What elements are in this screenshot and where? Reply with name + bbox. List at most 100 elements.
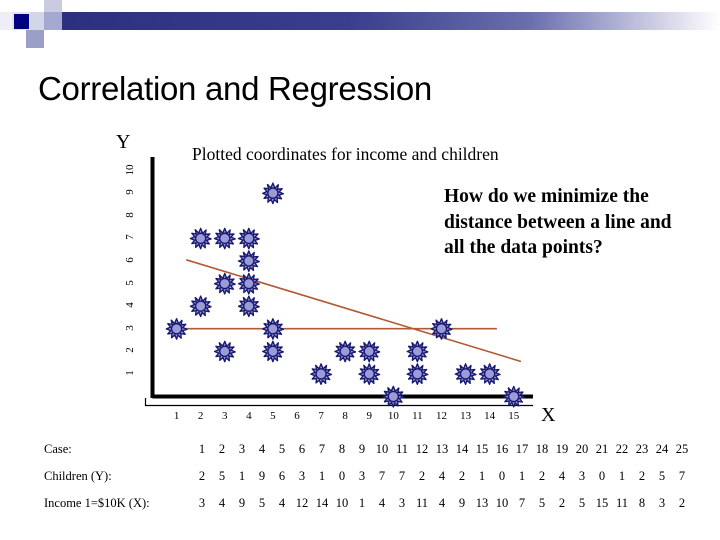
x-tick-label: 3 bbox=[221, 410, 228, 422]
children-row-cell: 3 bbox=[298, 469, 306, 483]
x-tick-label: 9 bbox=[366, 410, 372, 422]
children-row-cell: 1 bbox=[238, 469, 246, 483]
income-row-cell: 5 bbox=[538, 496, 546, 510]
y-axis-label: Y bbox=[116, 131, 131, 153]
data-point bbox=[262, 182, 285, 205]
data-point bbox=[502, 385, 525, 408]
case-row-cell: 23 bbox=[635, 442, 649, 456]
x-tick-label: 13 bbox=[460, 410, 472, 422]
x-tick-label: 12 bbox=[435, 410, 447, 422]
children-row-cell: 4 bbox=[558, 469, 566, 483]
income-row-cell: 9 bbox=[458, 496, 466, 510]
data-point bbox=[237, 272, 260, 295]
income-row-cell: 5 bbox=[258, 496, 266, 510]
case-row-cell: 24 bbox=[655, 442, 669, 456]
case-row-cell: 21 bbox=[595, 442, 609, 456]
case-row-cell: 12 bbox=[415, 442, 429, 456]
data-point bbox=[406, 340, 429, 363]
income-row-cell: 4 bbox=[438, 496, 446, 510]
children-row-cell: 5 bbox=[658, 469, 666, 483]
children-row-cell: 1 bbox=[318, 469, 326, 483]
income-row-cell: 1 bbox=[358, 496, 366, 510]
x-tick-label: 15 bbox=[508, 410, 520, 422]
children-row-cell: 1 bbox=[518, 469, 526, 483]
deco-square-4 bbox=[44, 0, 62, 12]
data-point bbox=[189, 295, 212, 318]
page-title: Correlation and Regression bbox=[38, 70, 432, 107]
children-row-cell: 3 bbox=[578, 469, 586, 483]
income-row-cell: 2 bbox=[558, 496, 566, 510]
x-tick-label: 14 bbox=[484, 410, 496, 422]
income-row-cell: 3 bbox=[398, 496, 406, 510]
children-row-label: Children (Y): bbox=[44, 469, 112, 483]
y-tick-label: 9 bbox=[124, 189, 136, 195]
data-point bbox=[358, 340, 381, 363]
case-row-cell: 22 bbox=[615, 442, 629, 456]
y-tick-label: 8 bbox=[124, 211, 136, 218]
data-table: Case: 1 2 3 4 5 6 7 8 9 10 11 12 13 14 15 16 17 18 19 20 21 22… bbox=[44, 436, 692, 517]
x-tick-label: 5 bbox=[270, 410, 276, 422]
y-tick-label: 4 bbox=[124, 302, 136, 308]
data-point bbox=[189, 227, 212, 250]
trend-lines bbox=[176, 259, 522, 363]
children-row-cell: 7 bbox=[398, 469, 406, 483]
case-row-cell: 20 bbox=[575, 442, 589, 456]
case-row-cell: 16 bbox=[495, 442, 509, 456]
income-row-cell: 10 bbox=[335, 496, 349, 510]
children-row-cell: 1 bbox=[478, 469, 486, 483]
case-row-cell: 15 bbox=[475, 442, 489, 456]
data-point bbox=[237, 250, 260, 273]
data-point bbox=[334, 340, 357, 363]
case-row-cell: 14 bbox=[455, 442, 469, 456]
income-row-cell: 12 bbox=[295, 496, 309, 510]
income-row-cell: 10 bbox=[495, 496, 509, 510]
children-row-cell: 0 bbox=[338, 469, 346, 483]
income-row-cell: 4 bbox=[378, 496, 386, 510]
income-row-cell: 11 bbox=[615, 496, 629, 510]
case-row-cell: 2 bbox=[218, 442, 226, 456]
children-row-cell: 2 bbox=[418, 469, 426, 483]
data-point bbox=[262, 318, 285, 340]
y-tick-label: 7 bbox=[124, 234, 136, 241]
x-tick-label: 4 bbox=[246, 410, 252, 422]
case-row-cell: 10 bbox=[375, 442, 389, 456]
income-row-cell: 8 bbox=[638, 496, 646, 510]
case-row-cell: 8 bbox=[338, 442, 346, 456]
data-point bbox=[237, 295, 260, 318]
case-row-cell: 9 bbox=[358, 442, 366, 456]
case-row-cell: 6 bbox=[298, 442, 306, 456]
slide-header-decoration bbox=[0, 0, 720, 48]
case-row-cell: 7 bbox=[318, 442, 326, 456]
header-gradient-bar bbox=[44, 12, 720, 30]
children-row-cell: 7 bbox=[378, 469, 386, 483]
data-point bbox=[382, 385, 405, 408]
table-row: Children (Y): 2 5 1 9 6 3 1 0 3 7 7 2 4 2 1 0 1 2 4 3 0 1 2 5 7 bbox=[44, 463, 692, 490]
case-row-cell: 13 bbox=[435, 442, 449, 456]
children-row-cell: 1 bbox=[618, 469, 626, 483]
case-row-cell: 25 bbox=[675, 442, 689, 456]
data-point bbox=[478, 363, 501, 386]
y-tick-label: 6 bbox=[124, 257, 136, 263]
data-point bbox=[262, 340, 285, 363]
x-tick-label: 8 bbox=[342, 410, 348, 422]
deco-square-9 bbox=[0, 12, 12, 30]
case-row-cell: 11 bbox=[395, 442, 409, 456]
data-point bbox=[358, 363, 381, 386]
children-row-cell: 3 bbox=[358, 469, 366, 483]
income-row-cell: 7 bbox=[518, 496, 526, 510]
data-point bbox=[165, 318, 188, 340]
income-row-cell: 15 bbox=[595, 496, 609, 510]
children-row-cell: 9 bbox=[258, 469, 266, 483]
case-row-cell: 3 bbox=[238, 442, 246, 456]
data-point bbox=[237, 227, 260, 250]
data-point bbox=[213, 340, 236, 363]
data-point bbox=[213, 272, 236, 295]
y-tick-label: 2 bbox=[124, 347, 136, 354]
children-row-cell: 2 bbox=[638, 469, 646, 483]
data-point bbox=[454, 363, 477, 386]
x-tick-label: 7 bbox=[318, 410, 324, 422]
income-row-cell: 14 bbox=[315, 496, 329, 510]
y-tick-label: 1 bbox=[124, 370, 136, 376]
case-row-cell: 19 bbox=[555, 442, 569, 456]
data-point bbox=[430, 318, 453, 340]
